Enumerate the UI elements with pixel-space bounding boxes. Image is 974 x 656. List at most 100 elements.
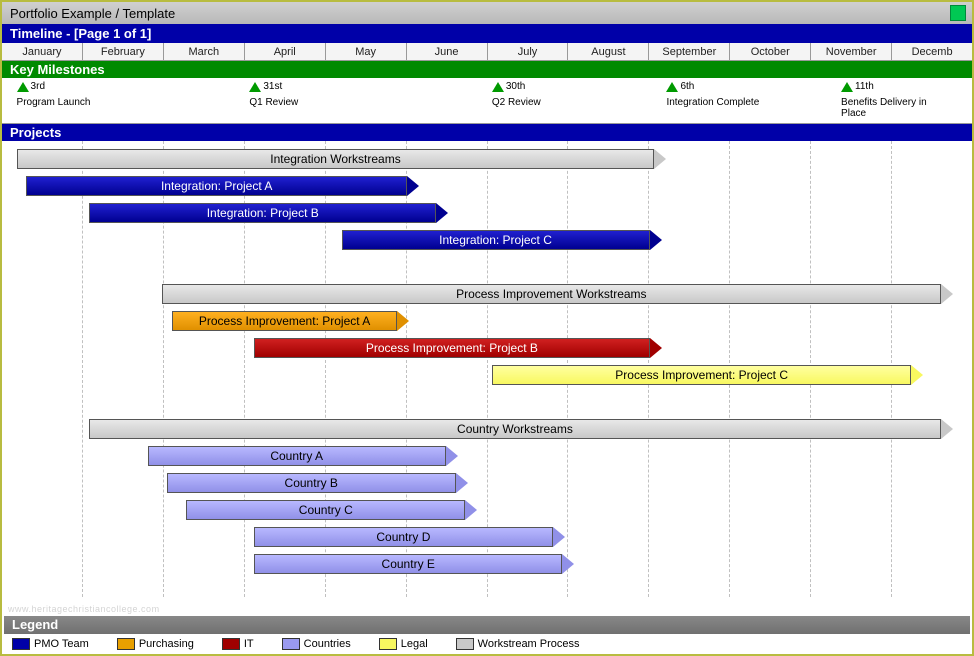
gantt-bar-body: Integration: Project B [89,203,436,223]
legend-swatch [222,638,240,650]
app-frame: Portfolio Example / Template Timeline - … [0,0,974,656]
gantt-bar-label: Process Improvement: Project B [366,341,538,355]
month-cell: November [811,43,892,60]
legend-label: Workstream Process [478,638,580,650]
month-cell: April [245,43,326,60]
month-cell: August [568,43,649,60]
legend-header: Legend [4,616,970,634]
gantt-bar-label: Process Improvement: Project C [615,368,788,382]
milestone-triangle-icon [492,82,504,92]
gantt-bar[interactable]: Integration: Project A [26,176,419,196]
milestone-triangle-icon [17,82,29,92]
watermark: www.heritagechristiancollege.com [8,604,160,614]
gantt-bar[interactable]: Integration: Project B [89,203,448,223]
title-bar: Portfolio Example / Template [2,2,972,24]
gantt-bar-arrow-icon [407,176,419,196]
gantt-bar-arrow-icon [650,338,662,358]
gantt-bar-body: Country A [148,446,446,466]
legend-swatch [117,638,135,650]
gantt-bar-body: Country B [167,473,456,493]
legend-label: Countries [304,638,351,650]
milestone-date: 3rd [31,82,45,92]
timeline-header: Timeline - [Page 1 of 1] [2,24,972,43]
gantt-bar-body: Integration Workstreams [17,149,655,169]
gantt-bar-label: Integration Workstreams [270,152,401,166]
timeline-label: Timeline - [Page 1 of 1] [10,26,151,41]
milestone: 30thQ2 Review [492,82,541,108]
gantt-bar[interactable]: Country B [167,473,468,493]
gantt-bar-body: Country E [254,554,562,574]
gantt-bar-label: Country Workstreams [457,422,573,436]
legend-item: PMO Team [12,638,89,650]
legend-item: IT [222,638,254,650]
gantt-bar-body: Country D [254,527,552,547]
milestone-date: 6th [680,82,694,92]
gantt-bar-arrow-icon [911,365,923,385]
month-cell: January [2,43,83,60]
legend-row: PMO Team Purchasing IT Countries Legal Workst… [4,634,970,654]
projects-section-header: Projects [2,124,972,141]
legend-label: Purchasing [139,638,194,650]
gantt-bar-arrow-icon [553,527,565,547]
milestone-triangle-icon [841,82,853,92]
gantt-bar-label: Country D [376,530,430,544]
gantt-bar[interactable]: Process Improvement Workstreams [162,284,953,304]
month-cell: February [83,43,164,60]
gantt-bar-arrow-icon [941,419,953,439]
legend-item: Countries [282,638,351,650]
gantt-bar[interactable]: Country D [254,527,564,547]
milestone: 6th Integration Complete [666,82,759,108]
gantt-bar-body: Process Improvement Workstreams [162,284,941,304]
milestone-label: Program Launch [17,97,91,108]
legend-label: IT [244,638,254,650]
milestone-triangle-icon [666,82,678,92]
month-cell: July [488,43,569,60]
gantt-bar-body: Integration: Project C [342,230,650,250]
milestone-label: Q2 Review [492,97,541,108]
gantt-area: Integration Workstreams Integration: Proj… [2,141,972,597]
gantt-bar[interactable]: Process Improvement: Project A [172,311,410,331]
legend-swatch [456,638,474,650]
milestone-label: Integration Complete [666,97,759,108]
gantt-bar-arrow-icon [465,500,477,520]
gantt-bar[interactable]: Country Workstreams [89,419,952,439]
legend-item: Legal [379,638,428,650]
gantt-bar[interactable]: Integration Workstreams [17,149,667,169]
gantt-bar-arrow-icon [654,149,666,169]
gantt-bar-body: Process Improvement: Project A [172,311,398,331]
month-cell: October [730,43,811,60]
legend-item: Workstream Process [456,638,580,650]
gantt-bar-arrow-icon [436,203,448,223]
gantt-bar[interactable]: Process Improvement: Project C [492,365,924,385]
milestone-date: 31st [263,82,282,92]
legend-swatch [12,638,30,650]
gantt-bar-label: Integration: Project C [439,233,552,247]
gantt-bar[interactable]: Process Improvement: Project B [254,338,661,358]
milestone: 11th Benefits Delivery in Place [841,82,941,119]
milestone-date: 11th [855,82,874,92]
legend-title: Legend [12,617,58,632]
legend-label: Legal [401,638,428,650]
gantt-bar-label: Country C [299,503,353,517]
gantt-bar-label: Process Improvement: Project A [199,314,370,328]
gantt-bar[interactable]: Country C [186,500,477,520]
gantt-bar-body: Country Workstreams [89,419,940,439]
gantt-bar[interactable]: Integration: Project C [342,230,662,250]
gantt-bar[interactable]: Country A [148,446,458,466]
milestone-label: Q1 Review [249,97,298,108]
milestone-label: Benefits Delivery in Place [841,97,941,119]
gantt-bar-label: Country E [382,557,435,571]
gantt-bar[interactable]: Country E [254,554,574,574]
month-cell: Decemb [892,43,972,60]
gantt-bar-arrow-icon [941,284,953,304]
milestone-triangle-icon [249,82,261,92]
month-cell: May [326,43,407,60]
gantt-bar-arrow-icon [397,311,409,331]
projects-title: Projects [10,125,61,140]
gantt-bar-label: Country A [270,449,323,463]
legend-item: Purchasing [117,638,194,650]
gantt-bar-label: Integration: Project B [207,206,319,220]
page-title: Portfolio Example / Template [10,6,175,21]
milestone: 31st Q1 Review [249,82,298,108]
legend-swatch [282,638,300,650]
